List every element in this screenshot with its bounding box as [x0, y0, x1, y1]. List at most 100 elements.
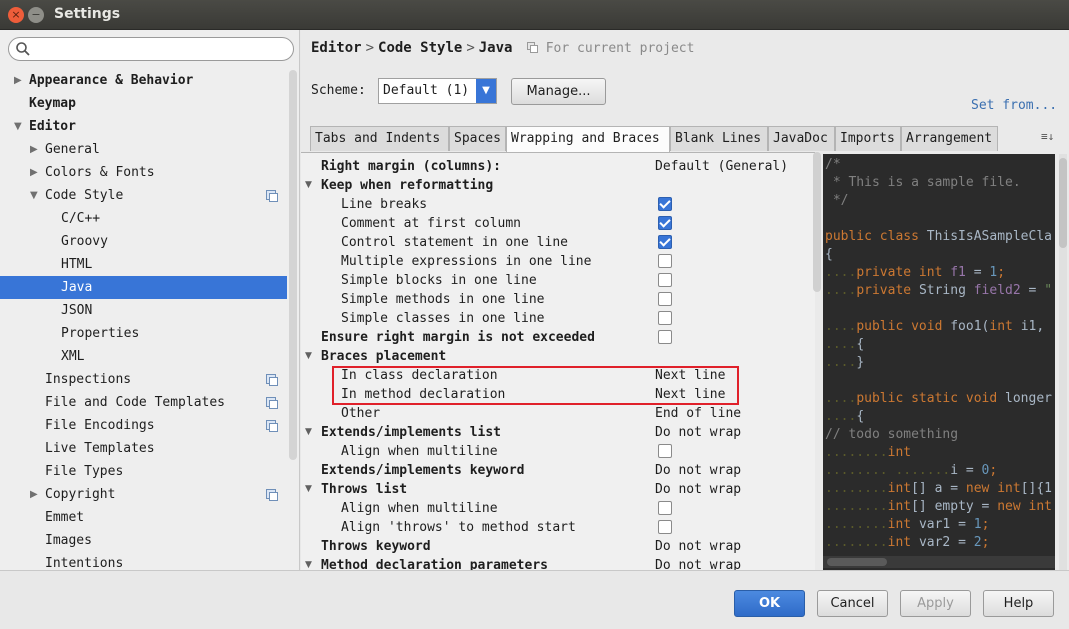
manage-button[interactable]: Manage...	[511, 78, 606, 105]
setting-row-align-throws[interactable]: Align 'throws' to method start	[301, 518, 811, 537]
checkbox[interactable]	[658, 273, 672, 287]
sidebar-item-json[interactable]: JSON	[0, 299, 287, 322]
setting-row-simple-classes[interactable]: Simple classes in one line	[301, 309, 811, 328]
setting-row-multiple-expressions[interactable]: Multiple expressions in one line	[301, 252, 811, 271]
setting-row-line-breaks[interactable]: Line breaks	[301, 195, 811, 214]
sidebar-item-inspections[interactable]: Inspections	[0, 368, 287, 391]
sidebar-item-colors-fonts[interactable]: ▶ Colors & Fonts	[0, 161, 287, 184]
sidebar-item-groovy[interactable]: Groovy	[0, 230, 287, 253]
sidebar-item-label: Images	[45, 533, 92, 548]
sidebar-item-java[interactable]: Java	[0, 276, 287, 299]
setting-row-align-multiline[interactable]: Align when multiline	[301, 499, 811, 518]
sidebar-scrollbar[interactable]	[289, 70, 297, 460]
sidebar-item-file-code-templates[interactable]: File and Code Templates	[0, 391, 287, 414]
setting-value[interactable]: Default (General)	[655, 157, 788, 176]
setting-value[interactable]: Do not wrap	[655, 423, 741, 442]
checkbox[interactable]	[658, 444, 672, 458]
setting-row-ensure-right-margin[interactable]: Ensure right margin is not exceeded	[301, 328, 811, 347]
checkbox[interactable]	[658, 254, 672, 268]
sidebar-item-file-types[interactable]: File Types	[0, 460, 287, 483]
collapse-arrow-icon[interactable]: ▼	[305, 176, 312, 195]
code-horizontal-scrollbar[interactable]	[823, 556, 1055, 568]
whitespace-dots: ........	[825, 499, 888, 514]
tab-arrangement[interactable]: Arrangement	[901, 126, 998, 151]
sidebar-item-xml[interactable]: XML	[0, 345, 287, 368]
checkbox[interactable]	[658, 501, 672, 515]
sidebar-item-images[interactable]: Images	[0, 529, 287, 552]
sidebar-item-keymap[interactable]: Keymap	[0, 92, 287, 115]
setting-row-simple-methods[interactable]: Simple methods in one line	[301, 290, 811, 309]
code-keyword: public class	[825, 229, 927, 244]
tab-tabs-and-indents[interactable]: Tabs and Indents	[310, 126, 449, 151]
sidebar-item-file-encodings[interactable]: File Encodings	[0, 414, 287, 437]
collapse-arrow-icon[interactable]: ▼	[305, 423, 312, 442]
sidebar-item-appearance-behavior[interactable]: ▶ Appearance & Behavior	[0, 69, 287, 92]
setting-group-keep-when-reformatting[interactable]: ▼ Keep when reformatting	[301, 176, 811, 195]
scheme-select[interactable]: Default (1) ▼	[378, 78, 497, 104]
code-vertical-scrollbar[interactable]	[1059, 154, 1067, 570]
close-window-button[interactable]: ×	[8, 7, 24, 23]
sidebar-item-intentions[interactable]: Intentions	[0, 552, 287, 570]
setting-group-throws-list[interactable]: ▼ Throws list Do not wrap	[301, 480, 811, 499]
sidebar-item-copyright[interactable]: ▶ Copyright	[0, 483, 287, 506]
minimize-window-button[interactable]: −	[28, 7, 44, 23]
checkbox[interactable]	[658, 311, 672, 325]
tab-list-menu-icon[interactable]: ≡↓	[1041, 130, 1054, 143]
setting-group-method-parameters[interactable]: ▼ Method declaration parameters Do not w…	[301, 556, 811, 570]
sidebar-item-general[interactable]: ▶ General	[0, 138, 287, 161]
setting-row-comment-first-column[interactable]: Comment at first column	[301, 214, 811, 233]
tab-spaces[interactable]: Spaces	[449, 126, 506, 151]
tab-imports[interactable]: Imports	[835, 126, 901, 151]
sidebar-item-properties[interactable]: Properties	[0, 322, 287, 345]
setting-value[interactable]: Do not wrap	[655, 461, 741, 480]
checkbox[interactable]	[658, 197, 672, 211]
checkbox[interactable]	[658, 292, 672, 306]
scrollbar-thumb[interactable]	[827, 558, 887, 566]
cancel-button[interactable]: Cancel	[817, 590, 888, 617]
setting-row-control-statement[interactable]: Control statement in one line	[301, 233, 811, 252]
sidebar-item-emmet[interactable]: Emmet	[0, 506, 287, 529]
help-button[interactable]: Help	[983, 590, 1054, 617]
setting-name: Other	[341, 406, 381, 421]
tab-javadoc[interactable]: JavaDoc	[768, 126, 835, 151]
setting-row-align-multiline[interactable]: Align when multiline	[301, 442, 811, 461]
checkbox[interactable]	[658, 520, 672, 534]
checkbox[interactable]	[658, 216, 672, 230]
scrollbar-thumb[interactable]	[1059, 158, 1067, 248]
setting-row-simple-blocks[interactable]: Simple blocks in one line	[301, 271, 811, 290]
code-field: f1	[950, 265, 966, 280]
setting-row-other[interactable]: Other End of line	[301, 404, 811, 423]
setting-name: Ensure right margin is not exceeded	[321, 330, 595, 345]
sidebar-item-html[interactable]: HTML	[0, 253, 287, 276]
setting-value[interactable]: End of line	[655, 404, 741, 423]
ok-button[interactable]: OK	[734, 590, 805, 617]
collapse-arrow-icon[interactable]: ▼	[305, 556, 312, 570]
tab-blank-lines[interactable]: Blank Lines	[670, 126, 768, 151]
setting-row-extends-keyword[interactable]: Extends/implements keyword Do not wrap	[301, 461, 811, 480]
code-semicolon: ;	[981, 517, 990, 532]
apply-button[interactable]: Apply	[900, 590, 971, 617]
checkbox[interactable]	[658, 330, 672, 344]
settings-content: Editor > Code Style > Java For current proje…	[301, 30, 1069, 570]
sidebar-item-code-style[interactable]: ▼ Code Style	[0, 184, 287, 207]
search-input[interactable]	[8, 37, 294, 61]
settings-scrollbar[interactable]	[813, 152, 821, 292]
sidebar-item-c-cpp[interactable]: C/C++	[0, 207, 287, 230]
sidebar-item-live-templates[interactable]: Live Templates	[0, 437, 287, 460]
whitespace-dots: ....	[825, 355, 857, 370]
sidebar-item-editor[interactable]: ▼ Editor	[0, 115, 287, 138]
collapse-arrow-icon[interactable]: ▼	[305, 480, 312, 499]
set-from-link[interactable]: Set from...	[971, 98, 1057, 113]
setting-value[interactable]: Do not wrap	[655, 556, 741, 570]
setting-row-throws-keyword[interactable]: Throws keyword Do not wrap	[301, 537, 811, 556]
setting-group-extends-implements-list[interactable]: ▼ Extends/implements list Do not wrap	[301, 423, 811, 442]
code-preview[interactable]: /* * This is a sample file. */ public cl…	[823, 154, 1055, 570]
collapse-arrow-icon[interactable]: ▼	[305, 347, 312, 366]
setting-row-right-margin[interactable]: Right margin (columns): Default (General…	[301, 157, 811, 176]
project-scope-note: For current project	[526, 41, 694, 56]
setting-value[interactable]: Do not wrap	[655, 537, 741, 556]
setting-group-braces-placement[interactable]: ▼ Braces placement	[301, 347, 811, 366]
setting-value[interactable]: Do not wrap	[655, 480, 741, 499]
tab-wrapping-and-braces[interactable]: Wrapping and Braces	[506, 126, 670, 152]
checkbox[interactable]	[658, 235, 672, 249]
